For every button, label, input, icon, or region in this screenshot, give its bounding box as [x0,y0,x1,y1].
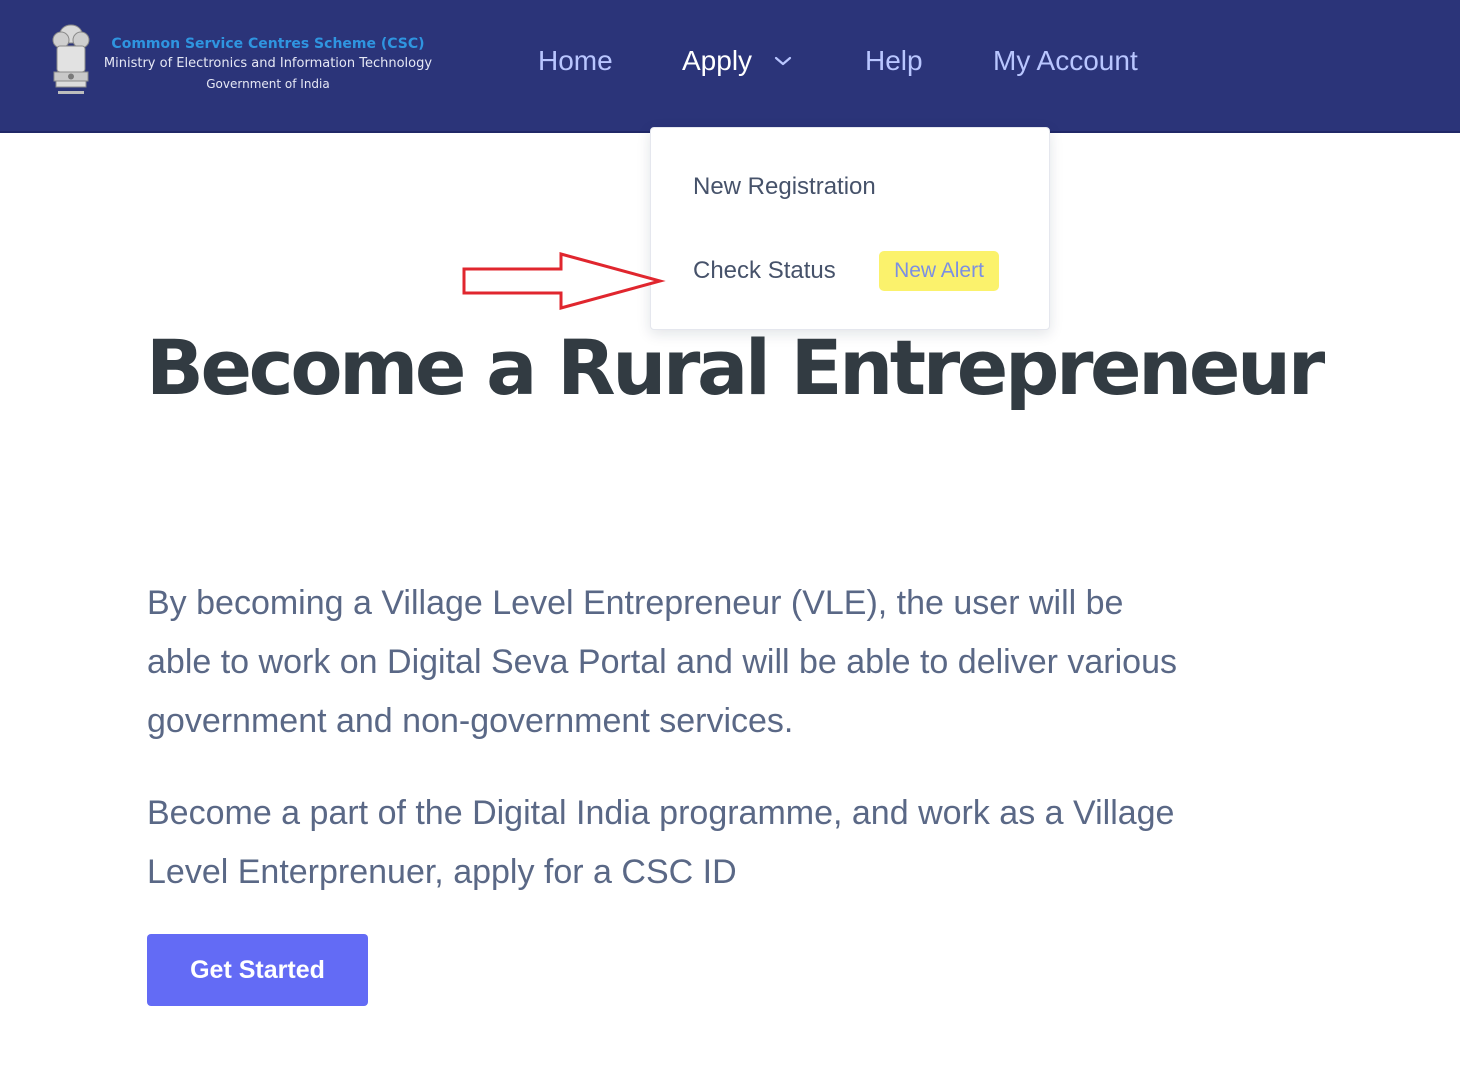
intro-paragraph-line: government and non-government services. [147,702,794,740]
menu-item-check-status[interactable]: Check Status [693,257,836,285]
nav-apply-link[interactable]: Apply [682,45,752,77]
digital-india-paragraph-line: Become a part of the Digital India progr… [147,794,1175,832]
digital-india-paragraph: Become a part of the Digital India progr… [147,784,1277,902]
brand-ministry-name: Ministry of Electronics and Information … [103,56,433,71]
brand-text: Common Service Centres Scheme (CSC) Mini… [98,34,438,94]
nav-help-link[interactable]: Help [865,45,923,77]
chevron-down-icon[interactable] [773,54,793,68]
get-started-button[interactable]: Get Started [147,934,368,1006]
top-navbar: Common Service Centres Scheme (CSC) Mini… [0,0,1460,133]
digital-india-paragraph-line: Level Enterprenuer, apply for a CSC ID [147,853,737,891]
annotation-arrow-icon [462,252,666,310]
nav-my-account-link[interactable]: My Account [993,45,1138,77]
national-emblem-icon [52,24,90,94]
brand-government-name: Government of India [206,77,330,91]
nav-home-link[interactable]: Home [538,45,613,77]
menu-item-new-registration[interactable]: New Registration [693,173,876,201]
brand-scheme-name: Common Service Centres Scheme (CSC) [111,36,425,52]
intro-paragraph-line: able to work on Digital Seva Portal and … [147,643,1177,681]
apply-dropdown-menu: New Registration Check Status New Alert [650,127,1050,330]
intro-paragraph: By becoming a Village Level Entrepreneur… [147,574,1277,751]
page-title: Become a Rural Entrepreneur [146,323,1325,412]
csc-brand-logo[interactable]: Common Service Centres Scheme (CSC) Mini… [46,22,446,102]
intro-paragraph-line: By becoming a Village Level Entrepreneur… [147,584,1124,622]
new-alert-badge: New Alert [879,251,999,291]
